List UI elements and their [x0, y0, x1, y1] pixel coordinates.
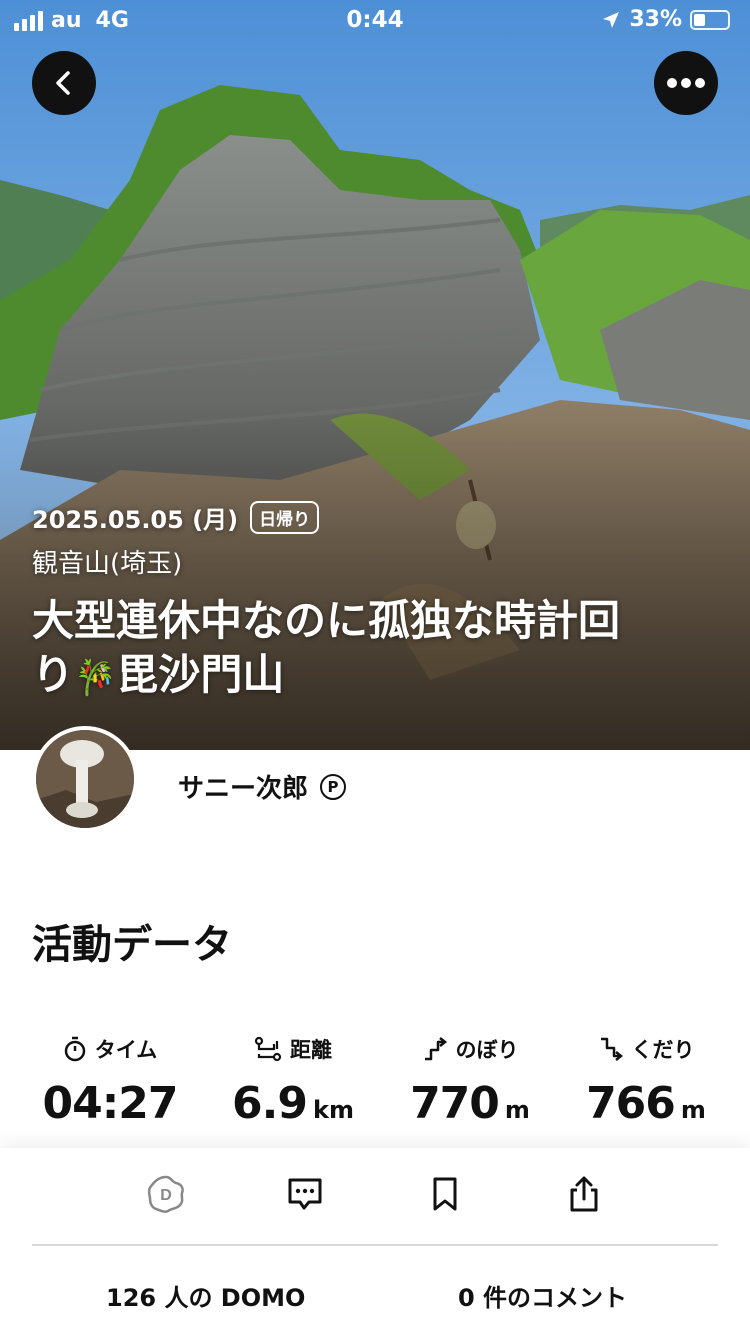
title-line-2: り🎋毘沙門山 [32, 650, 285, 699]
status-bar: au 4G 0:44 33% [0, 0, 750, 40]
stat-descent: くだり 766 m [586, 1037, 706, 1129]
mountain-link[interactable]: 観音山(埼玉) [32, 543, 722, 580]
bookmark-button[interactable] [423, 1172, 467, 1216]
back-button[interactable] [32, 51, 96, 115]
stat-distance: 距離 6.9 km [232, 1036, 354, 1129]
route-icon [254, 1036, 282, 1062]
hero-photo: au 4G 0:44 33% 2025.05.05 (月) 日帰り 観音山(埼玉… [0, 0, 750, 750]
section-title-activity: 活動データ [32, 922, 232, 968]
avatar[interactable] [32, 726, 138, 832]
bamboo-emoji-icon: 🎋 [74, 658, 117, 698]
comment-bubble-icon [288, 1178, 322, 1210]
stat-ascent: のぼり 770 m [410, 1037, 530, 1129]
comment-count-link[interactable]: 0 件のコメント [458, 1278, 627, 1313]
battery-icon [690, 9, 730, 30]
mushroom-avatar-image [36, 730, 134, 828]
comment-button[interactable] [283, 1172, 327, 1216]
user-name: サニー次郎 [178, 774, 309, 804]
descent-icon [600, 1037, 623, 1061]
ellipsis-icon [667, 78, 705, 88]
share-button[interactable] [562, 1172, 606, 1216]
domo-button[interactable]: D [144, 1172, 188, 1216]
stopwatch-icon [64, 1036, 85, 1062]
title-line-1: 大型連休中なのに孤独な時計回 [32, 596, 621, 645]
divider [32, 1244, 718, 1246]
more-options-button[interactable] [654, 51, 718, 115]
hero-info: 2025.05.05 (月) 日帰り 観音山(埼玉) 大型連休中なのに孤独な時計… [32, 500, 722, 705]
activity-title: 大型連休中なのに孤独な時計回 り🎋毘沙門山 [32, 594, 722, 705]
bottom-action-bar: D 126 人の DOMO 0 件のコメント [0, 1148, 750, 1334]
location-arrow-icon [603, 11, 620, 28]
domo-count-link[interactable]: 126 人の DOMO [106, 1278, 305, 1313]
svg-text:D: D [160, 1187, 172, 1204]
battery-percent: 33% [629, 7, 682, 32]
activity-stats: タイム 04:27 距離 6.9 km のぼり 770 m くだり 766 m [0, 1034, 750, 1144]
domo-flower-icon: D [147, 1175, 184, 1213]
ascent-icon [424, 1037, 447, 1061]
user-profile-link[interactable]: サニー次郎 P [178, 768, 347, 805]
chevron-left-icon [56, 71, 70, 95]
activity-date: 2025.05.05 (月) [32, 506, 239, 534]
trip-type-badge: 日帰り [250, 501, 320, 534]
stat-time: タイム 04:27 [42, 1036, 179, 1129]
premium-badge-icon: P [320, 773, 347, 800]
share-icon [570, 1176, 598, 1212]
bookmark-icon [433, 1177, 457, 1211]
